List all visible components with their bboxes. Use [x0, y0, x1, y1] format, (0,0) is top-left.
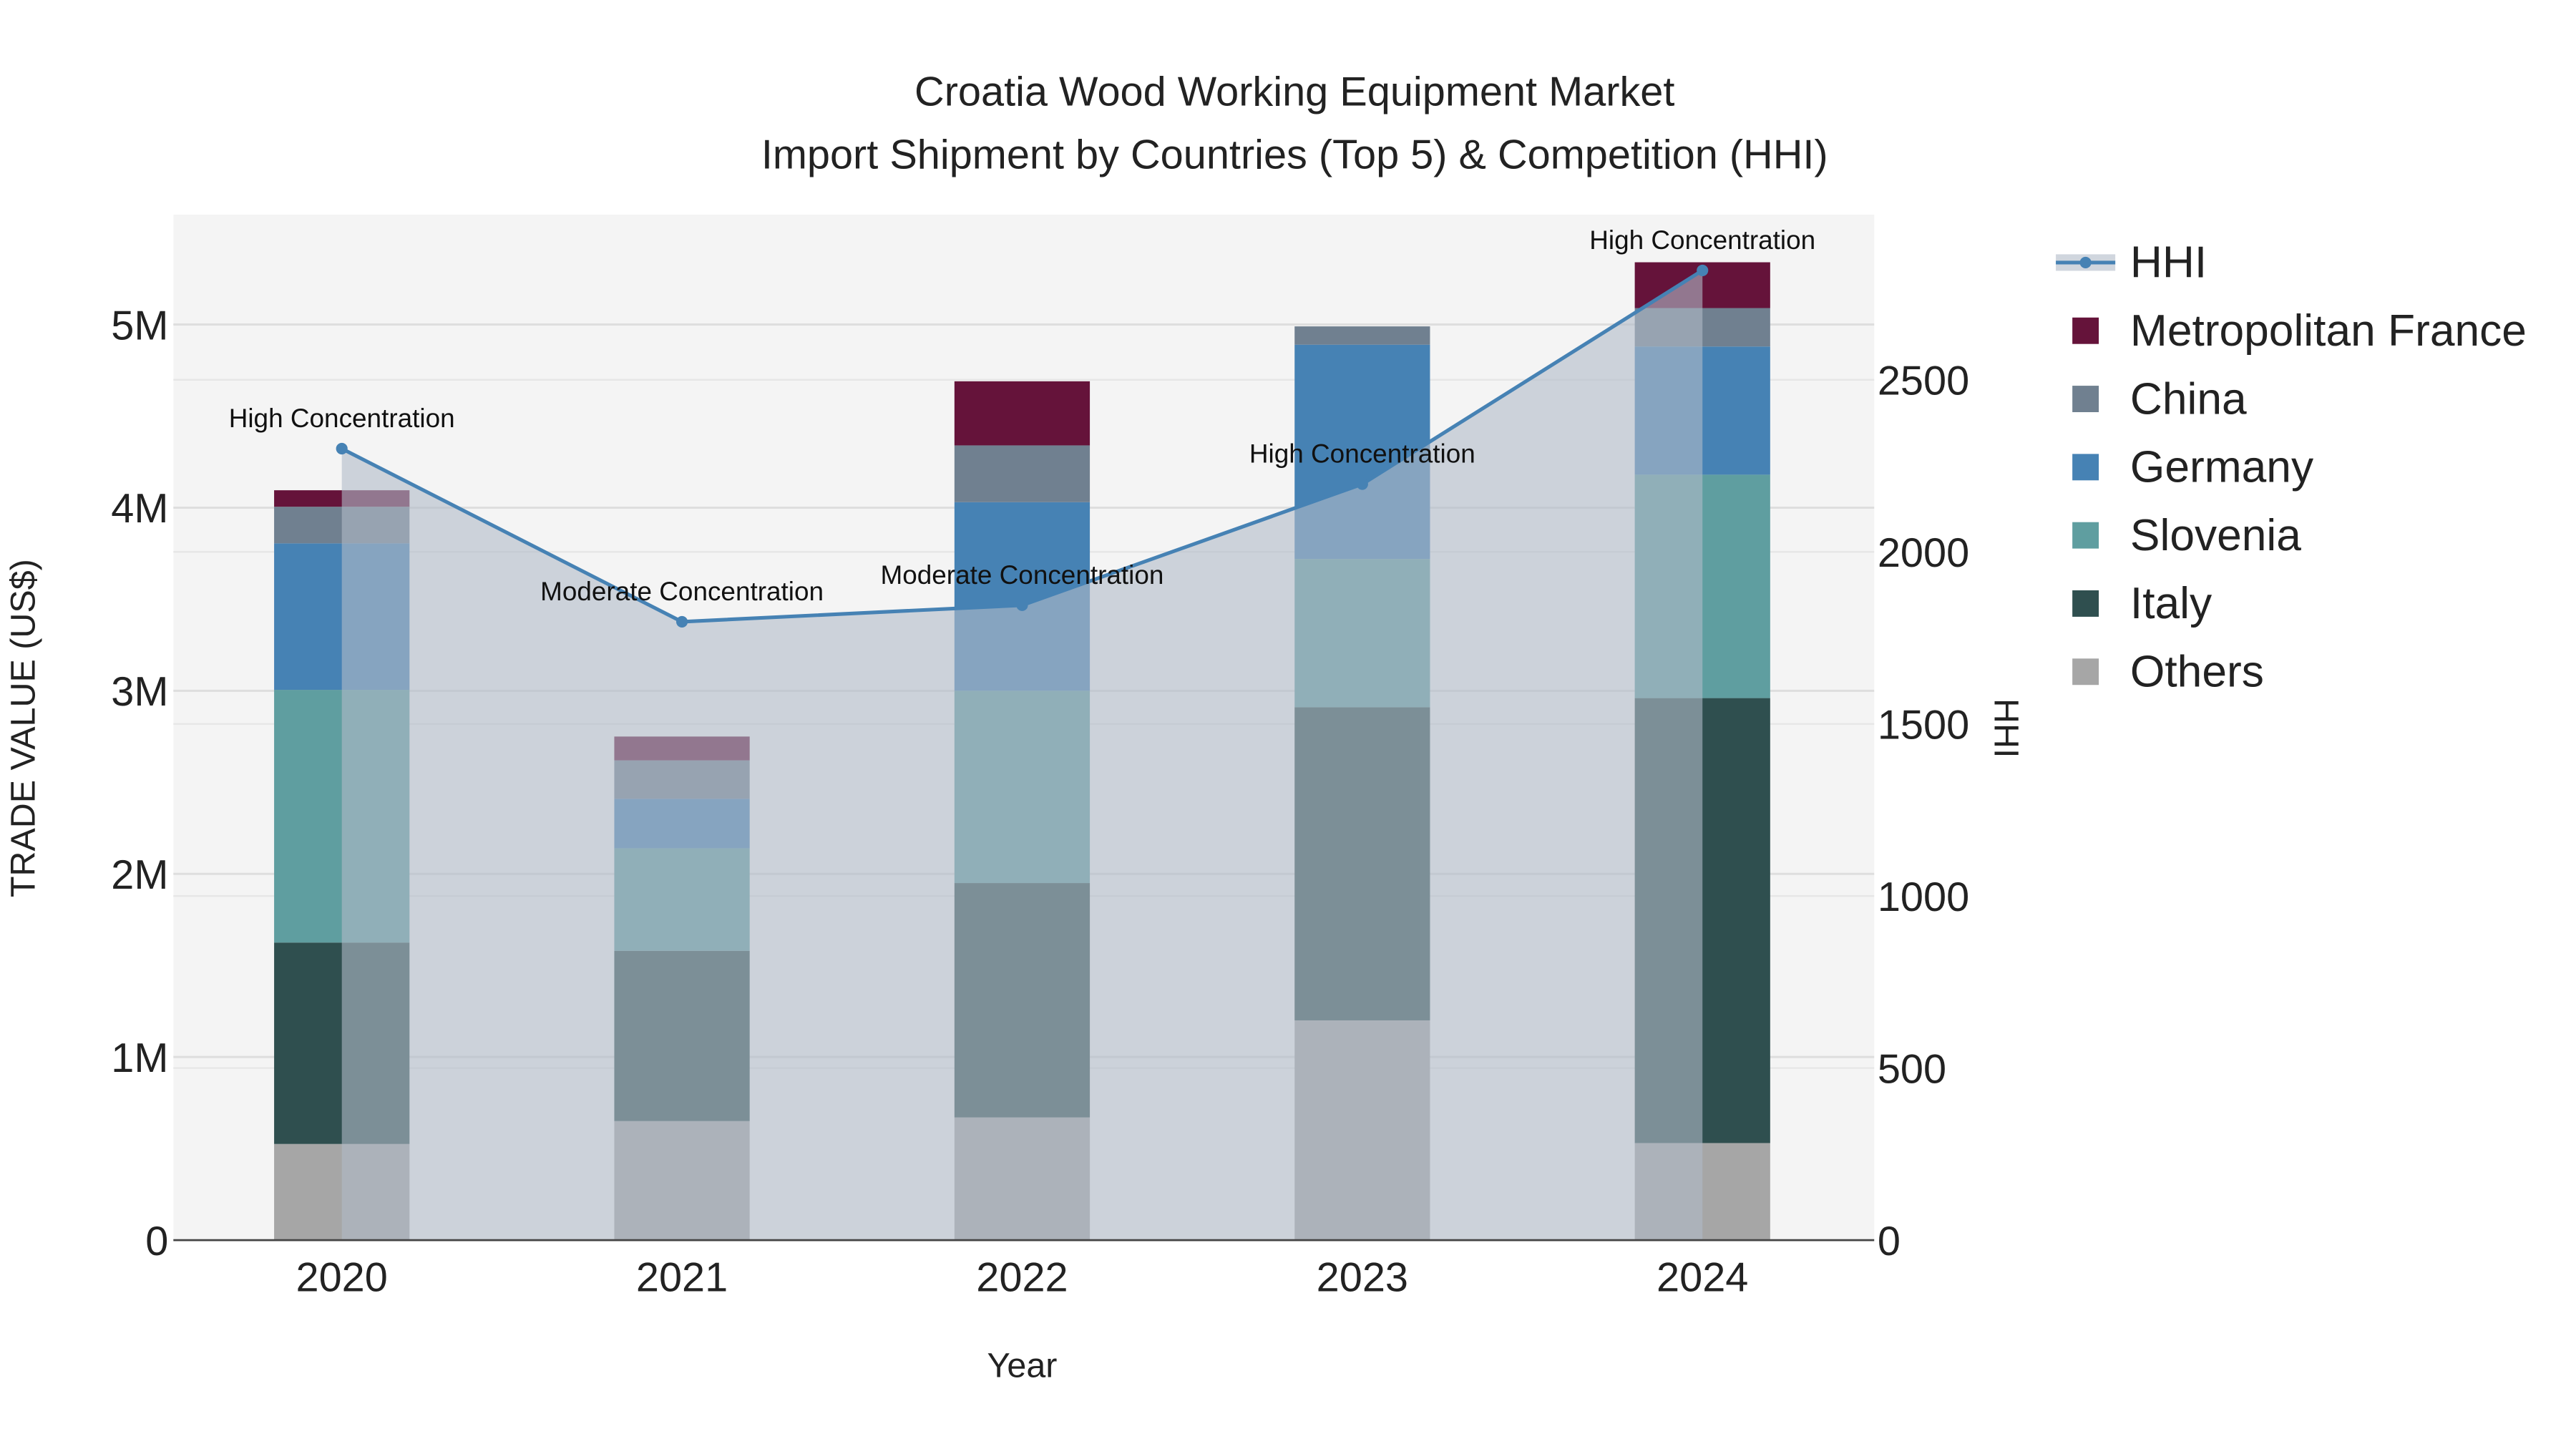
- y-tick-label: 1M: [111, 1035, 168, 1081]
- legend-item-label[interactable]: China: [2130, 374, 2247, 424]
- y2-tick-label: 500: [1878, 1046, 1946, 1092]
- bar-china-2022: [954, 445, 1091, 502]
- x-tick-label: 2020: [296, 1255, 388, 1301]
- hhi-point-2024: [1697, 264, 1709, 276]
- legend-item-label[interactable]: Slovenia: [2130, 511, 2301, 560]
- hhi-annotation: High Concentration: [1249, 439, 1475, 469]
- legend-item-label[interactable]: Italy: [2130, 579, 2212, 628]
- y-axis-label: TRADE VALUE (US$): [4, 559, 42, 897]
- legend-swatch: [2072, 590, 2099, 617]
- legend-swatch: [2072, 386, 2099, 412]
- chart-title: Croatia Wood Working Equipment Market: [914, 69, 1674, 115]
- hhi-annotation: Moderate Concentration: [880, 560, 1163, 590]
- y-tick-label: 5M: [111, 303, 168, 348]
- x-tick-label: 2024: [1657, 1255, 1748, 1301]
- x-tick-label: 2023: [1317, 1255, 1408, 1301]
- hhi-annotation: Moderate Concentration: [540, 577, 824, 606]
- legend-item-label[interactable]: HHI: [2130, 238, 2207, 288]
- y-tick-label: 2M: [111, 852, 168, 898]
- x-tick-label: 2021: [636, 1255, 728, 1301]
- legend-item-label[interactable]: Others: [2130, 648, 2264, 697]
- legend-swatch: [2072, 522, 2099, 549]
- y2-tick-label: 1000: [1878, 874, 1969, 920]
- y2-tick-label: 1500: [1878, 702, 1969, 748]
- hhi-point-2021: [676, 615, 688, 628]
- chart-subtitle: Import Shipment by Countries (Top 5) & C…: [761, 132, 1828, 177]
- bar-china-2023: [1294, 326, 1430, 345]
- chart: Croatia Wood Working Equipment Market Im…: [0, 0, 2576, 1449]
- bar-metropolitan-france-2022: [954, 381, 1091, 446]
- legend-item-label[interactable]: Metropolitan France: [2130, 306, 2527, 356]
- hhi-point-2022: [1016, 599, 1028, 611]
- hhi-point-2023: [1356, 478, 1368, 490]
- hhi-point-2020: [336, 442, 348, 455]
- hhi-annotation: High Concentration: [1589, 225, 1815, 255]
- y2-tick-label: 2000: [1878, 530, 1969, 576]
- y2-axis-label: HHI: [1987, 698, 2026, 758]
- y2-tick-label: 2500: [1878, 358, 1969, 404]
- hhi-annotation: High Concentration: [229, 404, 455, 433]
- y-tick-label: 3M: [111, 669, 168, 715]
- legend-marker-hhi: [2079, 256, 2092, 268]
- legend-swatch: [2072, 317, 2099, 344]
- x-axis-label: Year: [987, 1347, 1058, 1385]
- legend-swatch: [2072, 454, 2099, 481]
- y-tick-label: 0: [145, 1219, 168, 1264]
- y-tick-label: 4M: [111, 486, 168, 532]
- y2-tick-label: 0: [1878, 1219, 1901, 1264]
- x-tick-label: 2022: [976, 1255, 1068, 1301]
- legend-swatch: [2072, 658, 2099, 686]
- legend-item-label[interactable]: Germany: [2130, 443, 2314, 492]
